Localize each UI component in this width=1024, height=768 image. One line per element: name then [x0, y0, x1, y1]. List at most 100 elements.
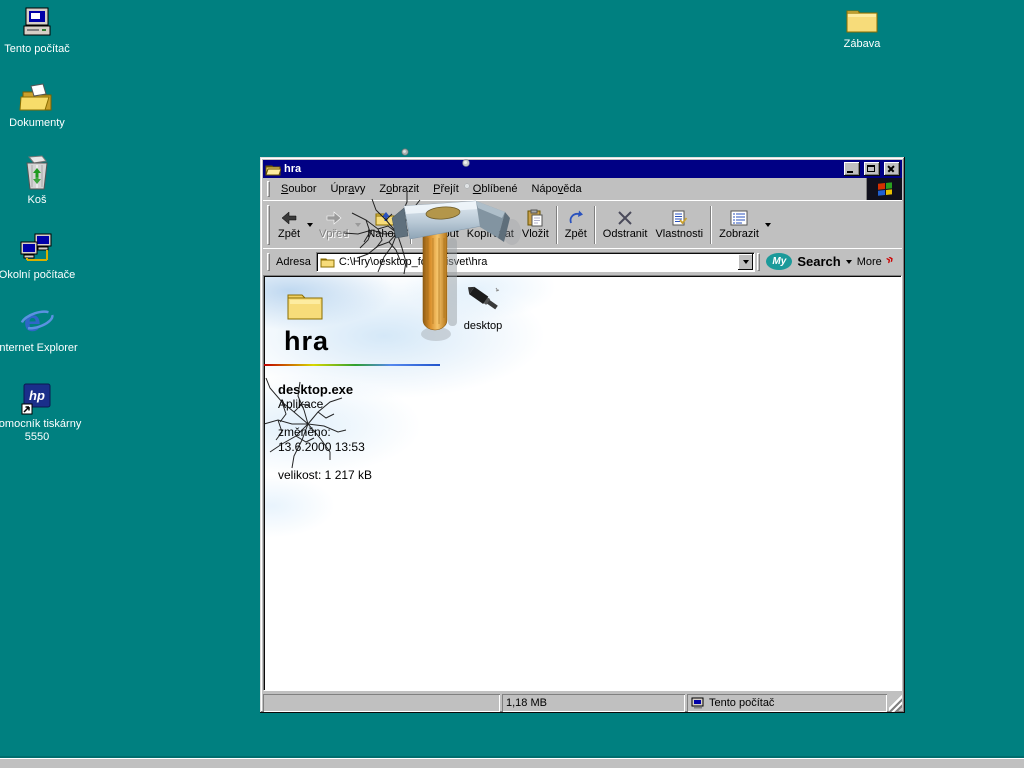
forward-dropdown[interactable] — [352, 204, 363, 246]
scissors-icon — [433, 210, 446, 226]
webview-folder-title: hra — [284, 326, 330, 356]
addressbar-grip[interactable] — [267, 252, 270, 271]
toolbar-separator — [410, 205, 413, 244]
modified-value: 13.6.2000 13:53 — [278, 440, 365, 454]
explorer-window: hra Soubor Úpravy Zobrazit Přejít Oblíbe… — [260, 157, 905, 713]
desktop-icon-documents[interactable]: Dokumenty — [0, 82, 82, 130]
mysearch-chevrons-icon[interactable]: » — [883, 250, 896, 267]
clipboard-icon — [527, 209, 543, 227]
status-bar: 1,18 MB Tento počítač — [263, 692, 902, 712]
desktop-icon-label: Internet Explorer — [0, 342, 78, 354]
desktop-icon-zabava-folder[interactable]: Zábava — [817, 5, 907, 51]
title-bar[interactable]: hra — [263, 160, 902, 178]
windows-flag-throbber — [866, 178, 902, 200]
status-zone: Tento počítač — [687, 694, 887, 712]
views-dropdown[interactable] — [763, 204, 774, 246]
selected-file-type: Aplikace — [278, 397, 324, 411]
mysearch-grip[interactable] — [757, 252, 761, 271]
chevron-down-icon — [306, 222, 313, 227]
undo-button[interactable]: Zpět — [561, 204, 591, 246]
views-list-icon — [730, 210, 748, 226]
desktop-icon-label: Zábava — [843, 38, 881, 50]
toolbar-separator — [593, 205, 596, 244]
back-button[interactable]: Zpět — [274, 204, 304, 246]
chevron-down-icon — [765, 222, 772, 227]
toolbar-separator — [555, 205, 558, 244]
file-desktop[interactable]: desktop — [452, 284, 514, 332]
resize-grip[interactable] — [889, 694, 902, 712]
desktop-icon-my-computer[interactable]: Tento počítač — [0, 6, 82, 56]
windows-flag-icon — [877, 182, 892, 196]
file-details-pane: desktop.exe Aplikace změněno: 13.6.2000 … — [278, 382, 372, 483]
desktop-icon-label: Okolní počítače — [0, 269, 76, 281]
delete-x-icon — [618, 211, 632, 225]
maximize-button[interactable] — [864, 162, 880, 176]
paste-button[interactable]: Vložit — [518, 204, 553, 246]
undo-arrow-icon — [569, 210, 583, 224]
up-folder-icon — [375, 212, 395, 226]
mysearch-more-button[interactable]: More — [857, 256, 882, 268]
my-computer-icon — [23, 7, 51, 36]
delete-button[interactable]: Odstranit — [599, 204, 652, 246]
properties-page-icon — [672, 210, 688, 226]
toolbar-grip[interactable] — [267, 204, 270, 245]
chevron-down-icon — [742, 259, 749, 264]
desktop-icon-hp-printer-helper[interactable]: hp pomocník tiskárny 5550 — [0, 381, 82, 444]
menu-zobrazit[interactable]: Zobrazit — [372, 181, 426, 197]
network-computers-icon — [20, 233, 52, 261]
copy-button[interactable]: Kopírovat — [463, 204, 518, 246]
toolbar: Zpět Vpřed Nahoru Vyjmout Kopírovat Vlož… — [263, 200, 902, 248]
desktop-icon-recycle-bin[interactable]: Koš — [0, 155, 82, 207]
address-label: Adresa — [276, 255, 311, 268]
window-folder-icon — [265, 165, 281, 176]
desktop-icon-label: pomocník tiskárny 5550 — [0, 418, 82, 443]
menu-prejit[interactable]: Přejít — [426, 181, 466, 197]
copy-pages-icon — [482, 210, 498, 227]
menu-napoveda[interactable]: Nápověda — [524, 181, 588, 197]
menu-upravy[interactable]: Úpravy — [323, 181, 372, 197]
address-folder-icon — [320, 258, 335, 267]
desktop-icon-network-neighborhood[interactable]: Okolní počítače — [0, 232, 82, 282]
address-dropdown-button[interactable] — [738, 253, 754, 270]
recycle-bin-icon — [26, 155, 48, 190]
folder-icon — [846, 10, 878, 33]
minimize-icon — [847, 171, 853, 173]
svg-text:hp: hp — [29, 388, 45, 403]
modified-label: změněno: — [278, 425, 331, 439]
window-title: hra — [284, 163, 302, 175]
folder-content-area[interactable]: hra desktop.exe Aplikace změněno: 13.6.2… — [263, 275, 902, 691]
desktop-icon-internet-explorer[interactable]: e Internet Explorer — [0, 303, 82, 355]
status-panel-left — [263, 694, 500, 712]
chevron-down-icon — [354, 222, 361, 227]
minimize-button[interactable] — [844, 162, 860, 176]
views-button[interactable]: Zobrazit — [715, 204, 763, 246]
desktop-icon-label: Dokumenty — [9, 117, 65, 129]
up-button[interactable]: Nahoru — [363, 204, 407, 246]
cut-button[interactable]: Vyjmout — [415, 204, 462, 246]
desktop-icon-label: Koš — [27, 194, 47, 206]
address-input[interactable]: C:\Hry\oesktop_fo ernisvet\hra — [315, 251, 756, 272]
menu-oblibene[interactable]: Oblíbené — [466, 181, 525, 197]
properties-button[interactable]: Vlastnosti — [651, 204, 707, 246]
selected-file-name: desktop.exe — [278, 382, 354, 397]
forward-button[interactable]: Vpřed — [315, 204, 352, 246]
file-size-line: velikost: 1 217 kB — [278, 468, 373, 482]
maximize-icon — [867, 165, 875, 172]
hp-logo-icon: hp — [21, 383, 51, 415]
internet-explorer-icon: e — [20, 305, 54, 338]
address-bar: Adresa C:\Hry\oesktop_fo ernisvet\hra My… — [263, 248, 902, 274]
back-dropdown[interactable] — [304, 204, 315, 246]
mysearch-dropdown[interactable] — [845, 259, 852, 264]
menubar-grip[interactable] — [267, 181, 270, 197]
mysearch-logo: My — [766, 253, 793, 270]
close-button[interactable] — [884, 162, 900, 176]
webview-folder-icon — [287, 294, 323, 320]
menu-soubor[interactable]: Soubor — [274, 181, 323, 197]
menu-bar: Soubor Úpravy Zobrazit Přejít Oblíbené N… — [263, 178, 902, 200]
file-label: desktop — [463, 320, 503, 332]
svg-text:e: e — [24, 305, 41, 338]
desktop-root: { "desktop": { "icons_left": [ { "label"… — [0, 0, 1024, 768]
taskbar[interactable] — [0, 758, 1024, 768]
my-computer-small-icon — [691, 697, 704, 709]
mysearch-search-button[interactable]: Search — [797, 254, 840, 269]
